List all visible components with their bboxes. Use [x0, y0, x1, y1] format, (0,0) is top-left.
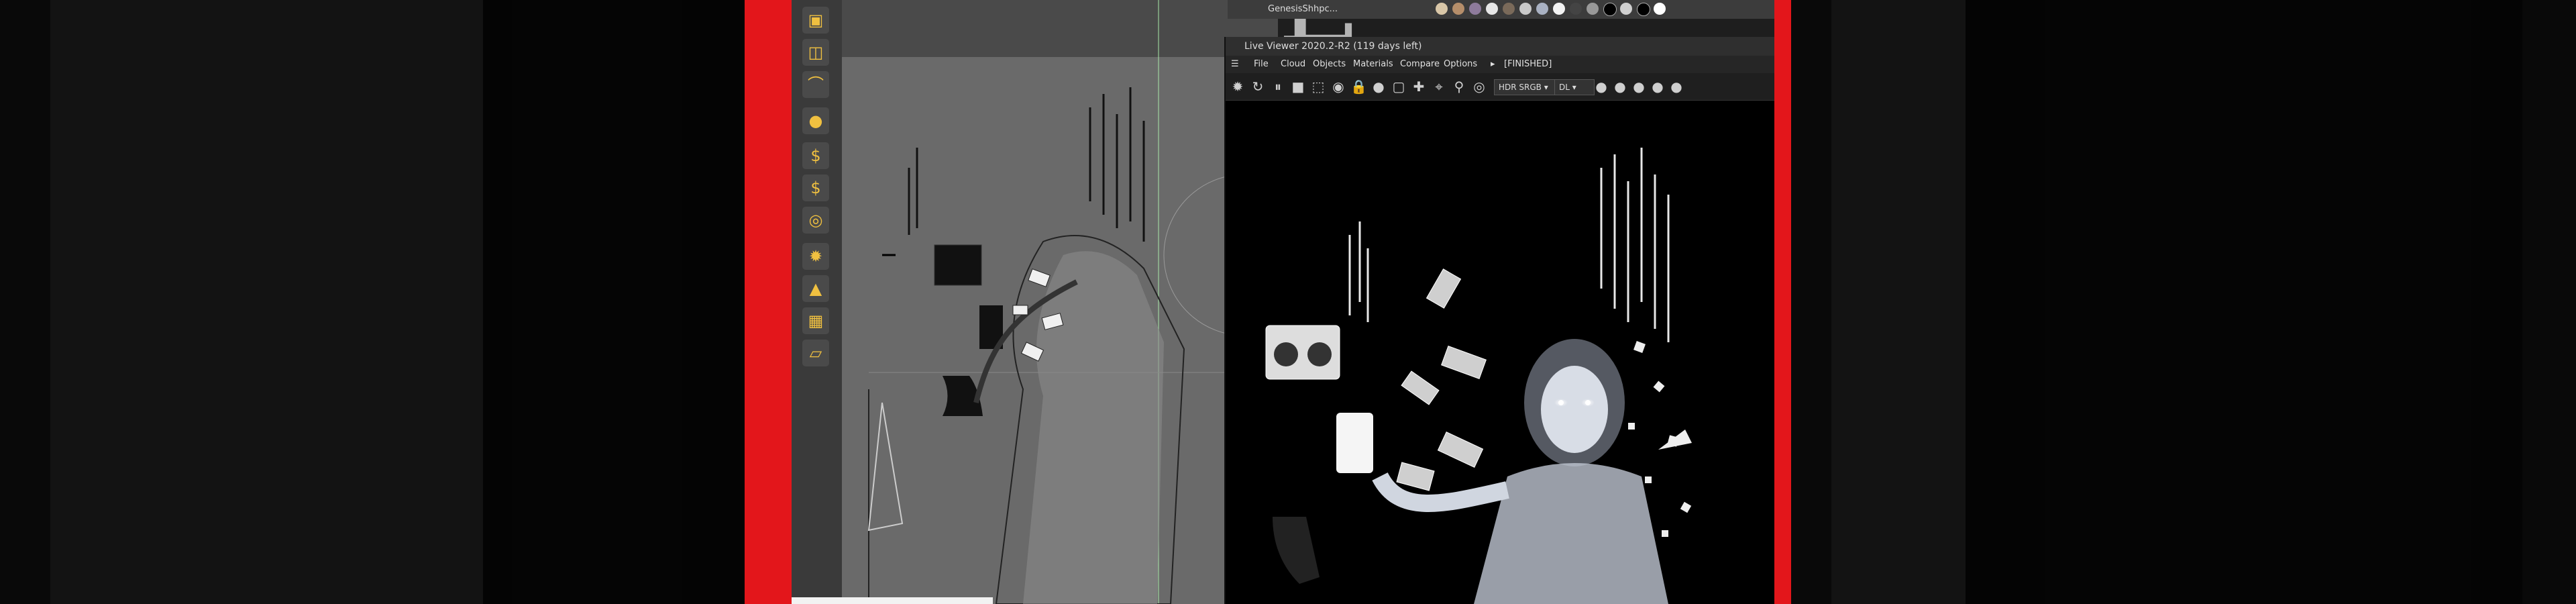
render-mode-value: HDR SRGB [1499, 83, 1542, 92]
dot-icon[interactable]: ● [1612, 79, 1628, 95]
magazine-cover: TIME ▣ ◫ ⌒ ● $ $ ◎ ✹ ▲ ▦ ▱ [792, 0, 1774, 604]
coin-icon[interactable]: ◎ [802, 207, 829, 234]
menu-compare[interactable]: Compare [1400, 56, 1440, 73]
live-viewer-toolbar: ✹ ↻ ⏸ ■ ⬚ ◉ 🔒 ● ▢ ✚ ⌖ ⚲ ◎ HDR SRGB ▾ DL … [1226, 73, 1774, 101]
c4d-toolbar: ▣ ◫ ⌒ ● $ $ ◎ ✹ ▲ ▦ ▱ [792, 0, 843, 604]
material-swatch[interactable] [1570, 3, 1582, 15]
material-swatch[interactable] [1603, 3, 1617, 16]
pyramid-icon[interactable]: ▲ [802, 275, 829, 302]
render-image [1265, 148, 1692, 604]
phone-render [1336, 413, 1373, 473]
grid-icon[interactable]: ▦ [802, 307, 829, 334]
c4d-material-bar: GenesisShhpc... [1228, 0, 1774, 19]
menu-cloud[interactable]: Cloud [1281, 56, 1305, 73]
material-swatch[interactable] [1486, 3, 1498, 15]
material-swatch[interactable] [1620, 3, 1632, 15]
render-mode-select[interactable]: HDR SRGB ▾ [1494, 79, 1556, 95]
plane-icon[interactable]: ▱ [802, 340, 829, 366]
burst-icon[interactable]: ✹ [802, 243, 829, 270]
refresh-icon[interactable]: ↻ [1250, 79, 1266, 95]
material-swatch[interactable] [1503, 3, 1515, 15]
record-icon[interactable]: ● [1371, 79, 1387, 95]
menu-options[interactable]: Options [1444, 56, 1477, 73]
live-viewer-window: Live Viewer 2020.2-R2 (119 days left) ☰ … [1224, 37, 1774, 604]
material-swatch[interactable] [1519, 3, 1532, 15]
material-swatch[interactable] [1452, 3, 1464, 15]
pause-icon[interactable]: ⏸ [1270, 79, 1286, 95]
lock-icon[interactable]: 🔒 [1350, 79, 1367, 95]
hamburger-menu-icon[interactable]: ☰ [1231, 56, 1239, 73]
wireframe-scene [867, 0, 1278, 604]
menu-materials[interactable]: Materials [1353, 56, 1393, 73]
play-arrow-icon[interactable]: ▸ [1491, 56, 1495, 73]
material-swatch[interactable] [1637, 3, 1650, 16]
material-swatch[interactable] [1536, 3, 1548, 15]
dot-icon[interactable]: ● [1631, 79, 1647, 95]
sphere-icon[interactable]: ● [802, 107, 829, 134]
background-right [1791, 0, 2576, 604]
live-viewer-titlebar[interactable]: Live Viewer 2020.2-R2 (119 days left) [1226, 37, 1774, 56]
material-swatch[interactable] [1469, 3, 1481, 15]
plus-icon[interactable]: ✚ [1411, 79, 1427, 95]
material-swatch[interactable] [1436, 3, 1448, 15]
material-swatch[interactable] [1553, 3, 1565, 15]
camera-icon[interactable]: ◉ [1330, 79, 1346, 95]
dot-icon[interactable]: ● [1650, 79, 1666, 95]
material-swatch[interactable] [1587, 3, 1599, 15]
cursor-icon[interactable]: ⌖ [1431, 79, 1447, 95]
scene-file-name: GenesisShhpc... [1268, 4, 1338, 14]
region-icon[interactable]: ⬚ [1310, 79, 1326, 95]
cube-icon[interactable]: ▣ [802, 7, 829, 34]
box-icon[interactable]: ◫ [802, 39, 829, 66]
frame-icon[interactable]: ▢ [1391, 79, 1407, 95]
boombox-wireframe [934, 244, 982, 286]
white-strip [792, 597, 993, 604]
kernel-value: DL [1559, 83, 1570, 92]
stop-icon[interactable]: ■ [1290, 79, 1306, 95]
live-viewer-title: Live Viewer 2020.2-R2 (119 days left) [1244, 41, 1422, 52]
live-viewer-menubar: ☰ File Cloud Objects Materials Compare O… [1226, 56, 1774, 73]
menu-objects[interactable]: Objects [1313, 56, 1346, 73]
dollar-icon[interactable]: $ [802, 174, 829, 201]
target-icon[interactable]: ◎ [1471, 79, 1487, 95]
gamepad-render [1273, 517, 1320, 584]
c4d-viewport[interactable] [842, 0, 1278, 604]
bend-icon[interactable]: ⌒ [802, 71, 829, 98]
menu-file[interactable]: File [1254, 56, 1269, 73]
live-viewer-render[interactable] [1226, 101, 1774, 604]
background-left [0, 0, 745, 604]
pin-icon[interactable]: ⚲ [1451, 79, 1467, 95]
render-status: [FINISHED] [1504, 59, 1552, 69]
dollar-icon[interactable]: $ [802, 142, 829, 169]
material-swatch[interactable] [1654, 3, 1666, 15]
dot-icon[interactable]: ● [1668, 79, 1684, 95]
gear-icon[interactable]: ✹ [1230, 79, 1246, 95]
dot-icon[interactable]: ● [1593, 79, 1609, 95]
kernel-select[interactable]: DL ▾ [1554, 79, 1595, 95]
